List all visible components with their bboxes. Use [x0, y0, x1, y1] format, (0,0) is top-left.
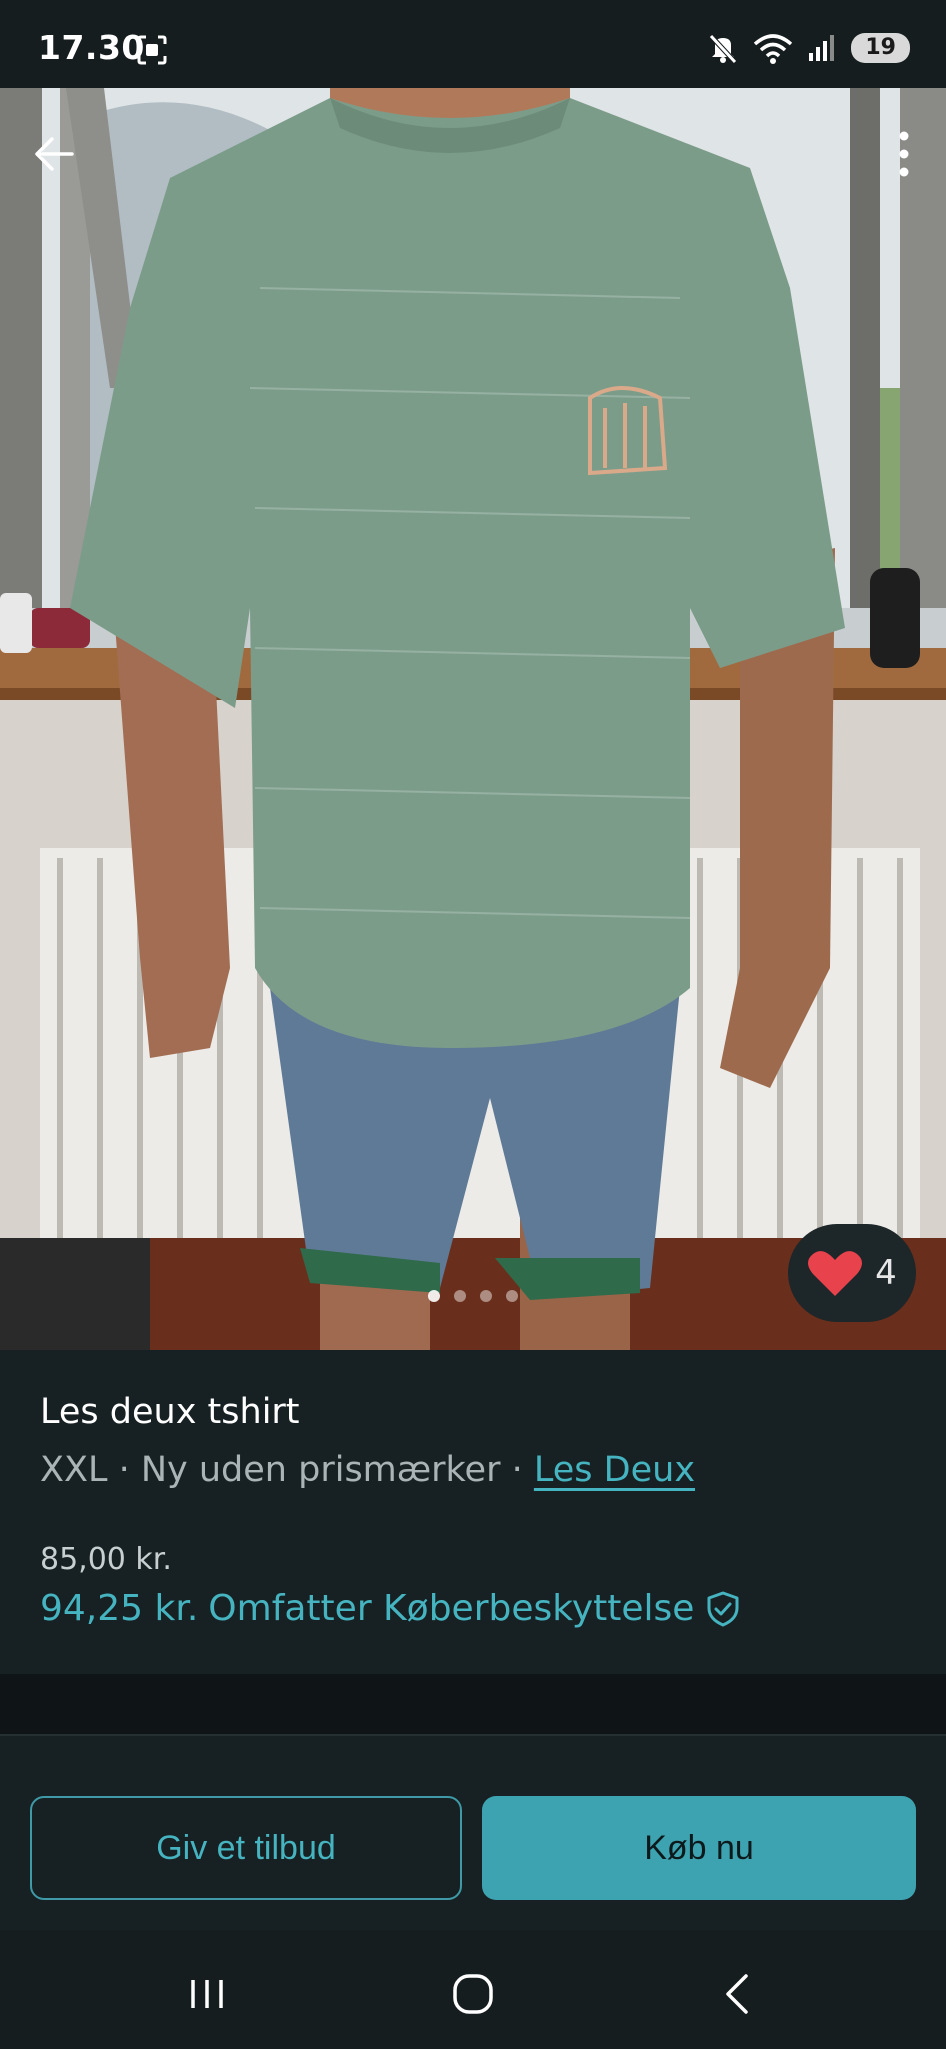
battery-indicator: 19 [851, 33, 910, 63]
action-bar: Giv et tilbud Køb nu [0, 1734, 946, 1930]
carousel-dot[interactable] [428, 1290, 440, 1302]
home-icon[interactable] [449, 1970, 497, 2018]
heart-icon [808, 1251, 863, 1296]
wifi-icon [754, 34, 793, 64]
signal-icon [809, 35, 835, 61]
product-image [0, 88, 946, 1350]
total-price: 94,25 kr. [40, 1588, 199, 1629]
item-details: Les deux tshirt XXL · Ny uden prismærker… [0, 1350, 946, 1674]
item-price: 85,00 kr. [40, 1542, 172, 1577]
back-icon[interactable] [714, 1970, 762, 2018]
price-with-protection[interactable]: 94,25 kr. Omfatter Køberbeskyttelse [40, 1588, 742, 1629]
recent-apps-icon[interactable] [183, 1970, 231, 2018]
item-subtitle: XXL · Ny uden prismærker · Les Deux [40, 1450, 695, 1490]
brand-link[interactable]: Les Deux [534, 1450, 695, 1490]
status-icons: 19 [707, 30, 910, 66]
favorite-button[interactable]: 4 [788, 1224, 916, 1322]
item-title: Les deux tshirt [40, 1392, 300, 1432]
item-size: XXL [40, 1450, 108, 1490]
separator: · [500, 1450, 534, 1490]
carousel-dot[interactable] [454, 1290, 466, 1302]
carousel-dot[interactable] [506, 1290, 518, 1302]
product-photo[interactable]: 4 [0, 88, 946, 1350]
buy-now-button[interactable]: Køb nu [482, 1796, 916, 1900]
system-nav-bar [0, 1930, 946, 2049]
buyer-protection-label: Omfatter Køberbeskyttelse [208, 1588, 695, 1629]
make-offer-button[interactable]: Giv et tilbud [30, 1796, 462, 1900]
screen-record-icon [137, 35, 167, 65]
section-divider [0, 1674, 946, 1734]
back-arrow-icon[interactable] [30, 130, 78, 178]
more-options-icon[interactable] [896, 128, 912, 180]
carousel-dot[interactable] [480, 1290, 492, 1302]
separator: · [107, 1450, 141, 1490]
mute-icon [709, 34, 738, 64]
status-time: 17.30 [38, 28, 145, 67]
status-bar: 17.30 19 [0, 0, 946, 88]
shield-check-icon [707, 1591, 739, 1626]
favorite-count: 4 [875, 1253, 897, 1293]
item-condition: Ny uden prismærker [140, 1450, 501, 1490]
